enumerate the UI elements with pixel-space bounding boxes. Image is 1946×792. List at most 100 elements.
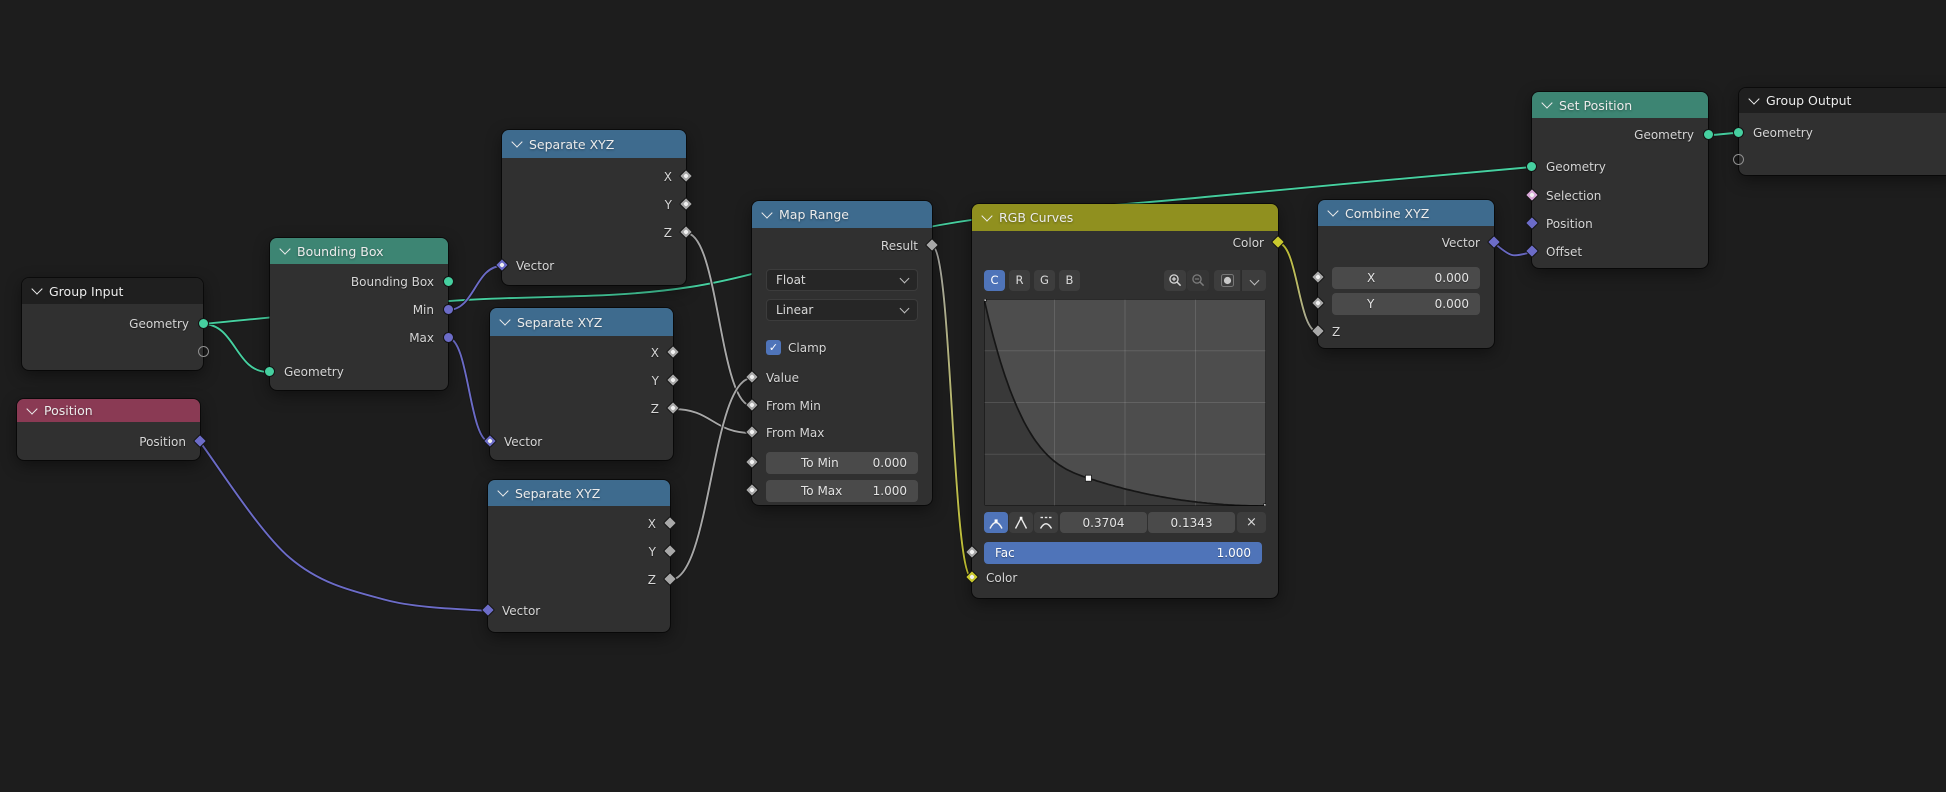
node-header[interactable]: Separate XYZ xyxy=(488,480,670,506)
output-y-label: Y xyxy=(516,195,672,215)
socket-geometry-output[interactable] xyxy=(198,318,209,329)
channel-c-button[interactable]: C xyxy=(984,270,1005,291)
node-header[interactable]: Group Input xyxy=(22,278,203,304)
chevron-down-icon[interactable] xyxy=(1327,205,1338,216)
chevron-down-icon xyxy=(1249,276,1259,286)
output-position-label: Position xyxy=(31,432,186,452)
point-x-value: 0.3704 xyxy=(1083,516,1125,530)
node-header[interactable]: Position xyxy=(17,399,200,422)
node-header[interactable]: Bounding Box xyxy=(270,238,448,264)
node-group-output[interactable]: Group Output Geometry xyxy=(1739,88,1946,175)
socket-max-output[interactable] xyxy=(443,332,454,343)
node-title: Map Range xyxy=(779,207,849,222)
node-combine-xyz[interactable]: Combine XYZ Vector X 0.000 Y 0.000 Z xyxy=(1318,200,1494,348)
chevron-down-icon[interactable] xyxy=(511,136,522,147)
node-position[interactable]: Position Position xyxy=(17,399,200,460)
clamp-checkbox[interactable]: ✓ xyxy=(766,340,781,355)
socket-geometry-input[interactable] xyxy=(264,366,275,377)
chevron-down-icon[interactable] xyxy=(497,485,508,496)
checkmark-icon: ✓ xyxy=(769,341,778,354)
chevron-down-icon[interactable] xyxy=(499,314,510,325)
chevron-down-icon xyxy=(900,303,910,313)
node-title: Bounding Box xyxy=(297,244,384,259)
input-geometry-label: Geometry xyxy=(1753,123,1940,143)
to-max-label: To Max xyxy=(777,484,842,498)
output-color-label: Color xyxy=(986,233,1264,253)
node-separate-xyz-2[interactable]: Separate XYZ X Y Z Vector xyxy=(490,308,673,460)
fac-slider[interactable]: Fac 1.000 xyxy=(984,542,1262,564)
input-geometry-label: Geometry xyxy=(1546,157,1694,177)
input-value-label: Value xyxy=(766,368,918,388)
node-header[interactable]: Separate XYZ xyxy=(490,308,673,336)
x-label: X xyxy=(1343,271,1375,285)
socket-min-output[interactable] xyxy=(443,304,454,315)
socket-bounding-box-output[interactable] xyxy=(443,276,454,287)
handle-auto-clamped-icon xyxy=(1038,515,1054,530)
socket-geometry-input[interactable] xyxy=(1733,127,1744,138)
chevron-down-icon[interactable] xyxy=(279,243,290,254)
node-separate-xyz-1[interactable]: Separate XYZ X Y Z Vector xyxy=(502,130,686,285)
output-max-label: Max xyxy=(284,328,434,348)
channel-r-button[interactable]: R xyxy=(1009,270,1030,291)
output-result-label: Result xyxy=(766,236,918,256)
node-header[interactable]: Combine XYZ xyxy=(1318,200,1494,226)
node-rgb-curves[interactable]: RGB Curves Color C R G B xyxy=(972,204,1278,598)
output-geometry-label: Geometry xyxy=(1546,125,1694,145)
node-header[interactable]: Separate XYZ xyxy=(502,130,686,158)
node-title: Group Output xyxy=(1766,93,1851,108)
node-group-input[interactable]: Group Input Geometry xyxy=(22,278,203,370)
chevron-down-icon[interactable] xyxy=(31,283,42,294)
tools-dropdown-button[interactable] xyxy=(1241,270,1266,291)
input-color-label: Color xyxy=(986,568,1264,588)
chevron-down-icon[interactable] xyxy=(1541,97,1552,108)
output-vector-label: Vector xyxy=(1332,233,1480,253)
node-separate-xyz-3[interactable]: Separate XYZ X Y Z Vector xyxy=(488,480,670,632)
curve-editor-plot[interactable] xyxy=(984,299,1266,506)
node-header[interactable]: RGB Curves xyxy=(972,204,1278,231)
chevron-down-icon[interactable] xyxy=(761,207,772,218)
sample-color-button[interactable] xyxy=(1214,270,1240,291)
socket-geometry-output[interactable] xyxy=(1703,129,1714,140)
input-selection-label: Selection xyxy=(1546,186,1694,206)
data-type-dropdown[interactable]: Float xyxy=(766,269,918,291)
point-y-field[interactable]: 0.1343 xyxy=(1148,512,1235,533)
zoom-out-button[interactable] xyxy=(1187,270,1209,291)
handle-auto-clamped-button[interactable] xyxy=(1034,512,1058,533)
output-x-label: X xyxy=(502,514,656,534)
socket-geometry-input[interactable] xyxy=(1526,161,1537,172)
delete-x-icon: × xyxy=(1246,515,1257,530)
node-bounding-box[interactable]: Bounding Box Bounding Box Min Max Geomet… xyxy=(270,238,448,390)
node-map-range[interactable]: Map Range Result Float Linear ✓ Clamp Va… xyxy=(752,201,932,505)
channel-g-button[interactable]: G xyxy=(1034,270,1055,291)
to-max-field[interactable]: To Max 1.000 xyxy=(766,480,918,502)
point-x-field[interactable]: 0.3704 xyxy=(1060,512,1147,533)
output-geometry-label: Geometry xyxy=(36,314,189,334)
x-value: 0.000 xyxy=(1435,271,1469,285)
chevron-down-icon[interactable] xyxy=(981,210,992,221)
node-title: Combine XYZ xyxy=(1345,206,1429,221)
handle-smooth-button[interactable] xyxy=(984,512,1008,533)
to-min-field[interactable]: To Min 0.000 xyxy=(766,452,918,474)
output-y-label: Y xyxy=(502,542,656,562)
chevron-down-icon[interactable] xyxy=(26,403,37,414)
socket-virtual-input[interactable] xyxy=(1733,154,1744,165)
chevron-down-icon[interactable] xyxy=(1748,93,1759,104)
node-header[interactable]: Map Range xyxy=(752,201,932,228)
y-field[interactable]: Y 0.000 xyxy=(1332,293,1480,315)
input-vector-label: Vector xyxy=(504,432,659,452)
output-bounding-box-label: Bounding Box xyxy=(284,272,434,292)
output-z-label: Z xyxy=(516,223,672,243)
node-editor-canvas[interactable]: Group Input Geometry Position Position B… xyxy=(0,0,1946,792)
output-x-label: X xyxy=(504,343,659,363)
node-set-position[interactable]: Set Position Geometry Geometry Selection… xyxy=(1532,92,1708,268)
handle-vector-button[interactable] xyxy=(1009,512,1033,533)
zoom-in-button[interactable] xyxy=(1164,270,1186,291)
delete-point-button[interactable]: × xyxy=(1237,512,1266,533)
node-header[interactable]: Set Position xyxy=(1532,92,1708,118)
to-min-value: 0.000 xyxy=(873,456,907,470)
channel-b-button[interactable]: B xyxy=(1059,270,1080,291)
interpolation-dropdown[interactable]: Linear xyxy=(766,299,918,321)
socket-virtual-output[interactable] xyxy=(198,346,209,357)
node-header[interactable]: Group Output xyxy=(1739,88,1946,113)
x-field[interactable]: X 0.000 xyxy=(1332,267,1480,289)
